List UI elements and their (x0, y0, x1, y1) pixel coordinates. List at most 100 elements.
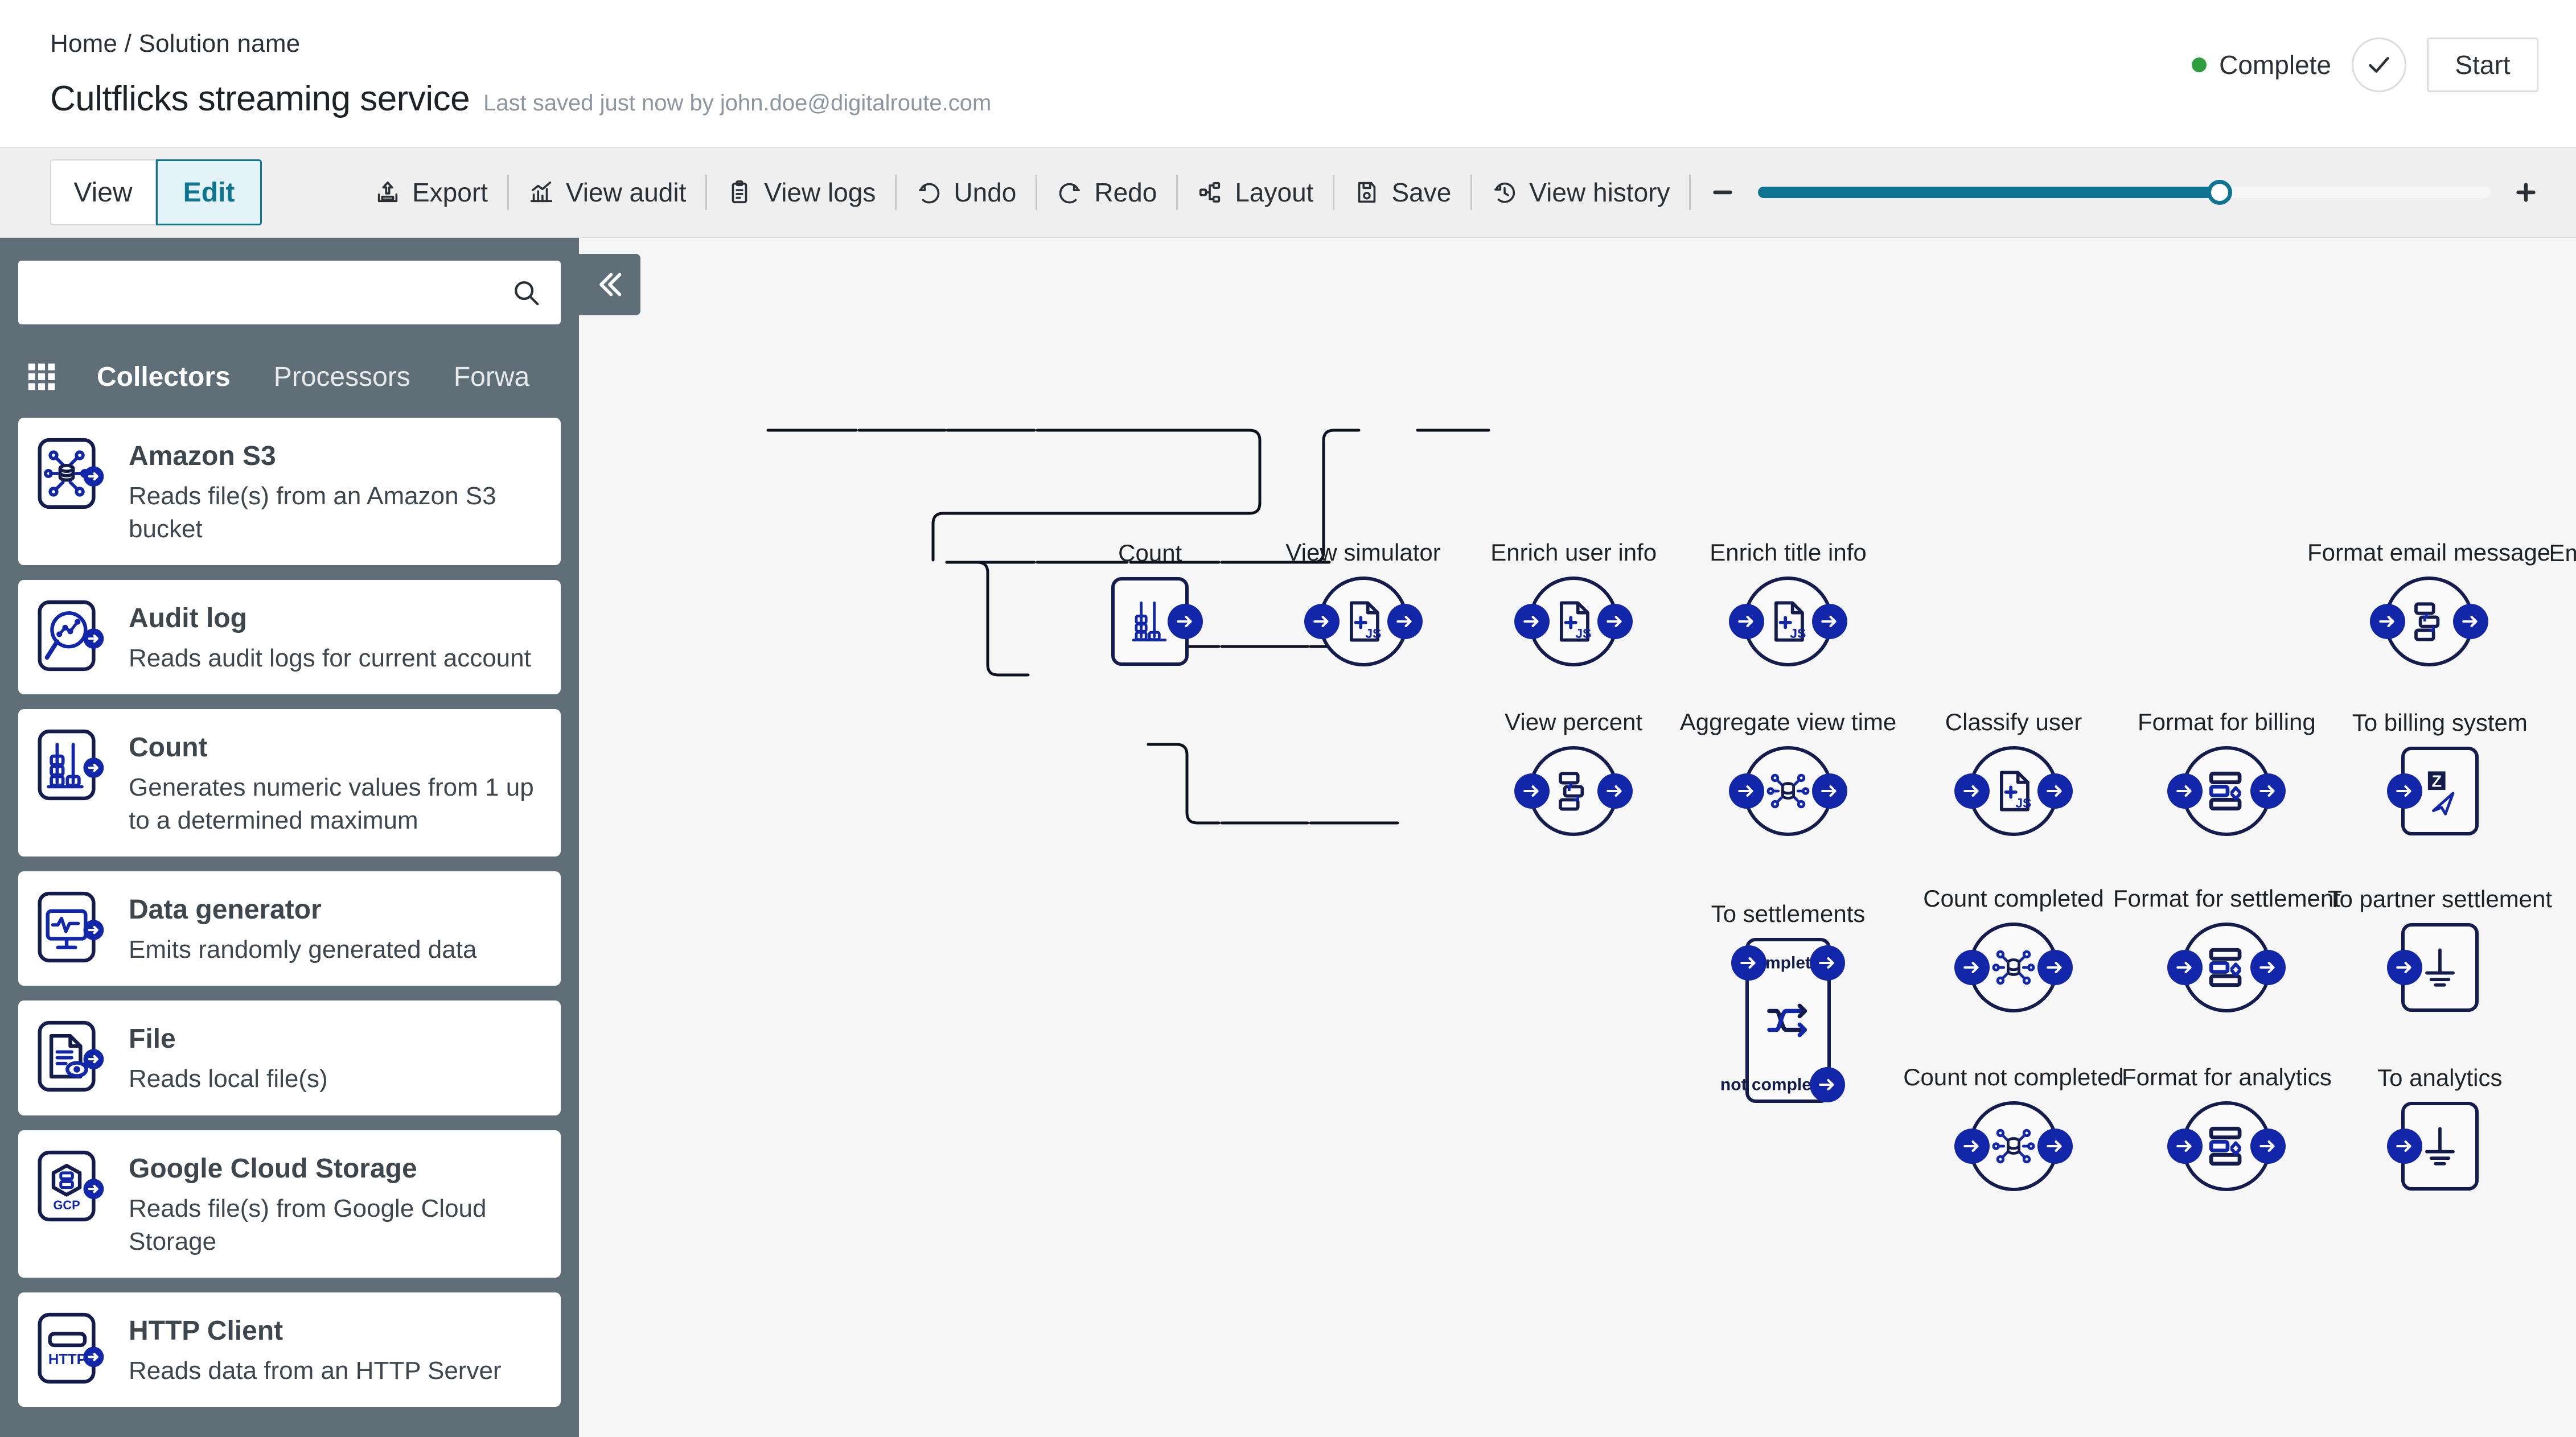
input-port[interactable] (2387, 1129, 2422, 1164)
output-port[interactable] (1597, 773, 1633, 809)
input-port[interactable] (1954, 773, 1990, 809)
output-port-completed[interactable] (1810, 945, 1845, 981)
input-port[interactable] (2167, 1129, 2203, 1164)
undo-button[interactable]: Undo (900, 161, 1032, 224)
view-audit-button[interactable]: View audit (512, 161, 702, 224)
node-enrich-user-info[interactable]: Enrich user info JS (1529, 577, 1618, 666)
flow-canvas[interactable]: Count View simulator (579, 238, 2576, 1437)
zoom-out-button[interactable] (1704, 174, 1741, 211)
node-shape-rect[interactable] (2401, 923, 2479, 1012)
node-aggregate-view-time[interactable]: Aggregate view time (1743, 746, 1833, 836)
node-classify-user[interactable]: Classify user JS (1969, 746, 2059, 836)
view-history-button[interactable]: View history (1476, 161, 1686, 224)
node-shape-circle[interactable]: JS (1318, 577, 1408, 666)
node-shape-circle[interactable] (2181, 1101, 2271, 1191)
redo-button[interactable]: Redo (1041, 161, 1173, 224)
node-shape-circle[interactable] (1969, 1101, 2059, 1191)
palette-card-http-client[interactable]: HTTP HTTP Client Reads data from an HTTP… (18, 1292, 561, 1407)
input-port[interactable] (1304, 604, 1340, 639)
node-format-for-billing[interactable]: Format for billing (2181, 746, 2271, 836)
palette-card-data-generator[interactable]: Data generator Emits randomly generated … (18, 871, 561, 986)
node-count-completed[interactable]: Count completed (1969, 923, 2059, 1012)
node-shape-circle[interactable] (1529, 746, 1618, 836)
input-port[interactable] (1729, 773, 1764, 809)
title-row: Cultflicks streaming service Last saved … (50, 79, 2526, 119)
node-shape-circle[interactable]: JS (1529, 577, 1618, 666)
node-count-not-completed[interactable]: Count not completed (1969, 1101, 2059, 1191)
input-port[interactable] (1729, 604, 1764, 639)
node-shape-circle[interactable] (1969, 923, 2059, 1012)
input-port[interactable] (2387, 773, 2422, 809)
palette-card-count[interactable]: Count Generates numeric values from 1 up… (18, 709, 561, 857)
node-to-partner-settlement[interactable]: To partner settlement (2401, 923, 2479, 1012)
palette-card-google-cloud-storage[interactable]: GCP Google Cloud Storage Reads file(s) f… (18, 1130, 561, 1278)
breadcrumb[interactable]: Home / Solution name (50, 30, 2526, 58)
node-shape-rect[interactable] (2401, 1102, 2479, 1191)
node-shape-circle[interactable] (2181, 746, 2271, 836)
node-shape-circle[interactable] (2181, 923, 2271, 1012)
tab-forwarders[interactable]: Forwa (454, 361, 529, 393)
node-shape-rect[interactable]: Z (2401, 747, 2479, 835)
search-input[interactable] (38, 278, 511, 307)
output-port[interactable] (1168, 604, 1203, 639)
output-port[interactable] (2453, 604, 2488, 639)
validate-check-button[interactable] (2352, 38, 2406, 92)
layout-button[interactable]: Layout (1181, 161, 1329, 224)
output-port[interactable] (1387, 604, 1423, 639)
output-port[interactable] (1812, 604, 1847, 639)
node-shape-circle[interactable] (2384, 577, 2474, 666)
node-format-for-analytics[interactable]: Format for analytics (2181, 1101, 2271, 1191)
zoom-slider[interactable] (1758, 187, 2491, 198)
palette-card-amazon-s3[interactable]: Amazon S3 Reads file(s) from an Amazon S… (18, 418, 561, 565)
output-port[interactable] (2250, 950, 2286, 985)
node-enrich-title-info[interactable]: Enrich title info JS (1743, 577, 1833, 666)
grid-icon[interactable] (24, 359, 59, 394)
input-port[interactable] (2370, 604, 2405, 639)
node-shape-circle[interactable] (1743, 746, 1833, 836)
node-to-analytics[interactable]: To analytics (2401, 1102, 2479, 1191)
output-port[interactable] (2250, 773, 2286, 809)
input-port[interactable] (2387, 950, 2422, 985)
input-port[interactable] (1731, 945, 1766, 981)
view-logs-button[interactable]: View logs (710, 161, 891, 224)
export-button[interactable]: Export (359, 161, 504, 224)
input-port[interactable] (2167, 950, 2203, 985)
output-port[interactable] (2037, 950, 2073, 985)
edit-mode-button[interactable]: Edit (156, 159, 262, 225)
palette-card-audit-log[interactable]: Audit log Reads audit logs for current a… (18, 580, 561, 694)
node-shape-circle[interactable]: JS (1969, 746, 2059, 836)
input-port[interactable] (1514, 773, 1550, 809)
start-button[interactable]: Start (2427, 38, 2538, 92)
search-box[interactable] (18, 261, 561, 324)
tab-processors[interactable]: Processors (274, 361, 410, 393)
zoom-in-button[interactable] (2508, 174, 2544, 211)
tab-collectors[interactable]: Collectors (97, 361, 231, 393)
node-view-simulator[interactable]: View simulator JS (1318, 577, 1408, 666)
input-port[interactable] (1954, 950, 1990, 985)
node-shape-tall[interactable]: completed not completed (1745, 938, 1831, 1103)
search-icon[interactable] (511, 277, 541, 308)
node-view-percent[interactable]: View percent (1529, 746, 1618, 836)
palette-card-file[interactable]: File Reads local file(s) (18, 1000, 561, 1115)
output-port[interactable] (1597, 604, 1633, 639)
node-shape-rect[interactable] (1111, 577, 1189, 666)
view-mode-button[interactable]: View (50, 159, 156, 225)
node-shape-circle[interactable]: JS (1743, 577, 1833, 666)
output-port[interactable] (2037, 1129, 2073, 1164)
output-port[interactable] (2037, 773, 2073, 809)
output-port[interactable] (2250, 1129, 2286, 1164)
node-count[interactable]: Count (1111, 577, 1189, 666)
node-format-email-message[interactable]: Format email message (2384, 577, 2474, 666)
collapse-sidebar-button[interactable] (579, 254, 640, 315)
input-port[interactable] (1514, 604, 1550, 639)
zoom-slider-thumb[interactable] (2207, 180, 2232, 205)
node-format-for-settlement[interactable]: Format for settlement (2181, 923, 2271, 1012)
node-to-settlements[interactable]: To settlements completed not completed (1745, 938, 1831, 1103)
card-text: Count Generates numeric values from 1 up… (129, 728, 544, 837)
output-port-not-completed[interactable] (1810, 1067, 1845, 1102)
save-button[interactable]: Save (1338, 161, 1467, 224)
input-port[interactable] (1954, 1129, 1990, 1164)
node-to-billing-system[interactable]: To billing system Z (2401, 747, 2479, 835)
input-port[interactable] (2167, 773, 2203, 809)
output-port[interactable] (1812, 773, 1847, 809)
